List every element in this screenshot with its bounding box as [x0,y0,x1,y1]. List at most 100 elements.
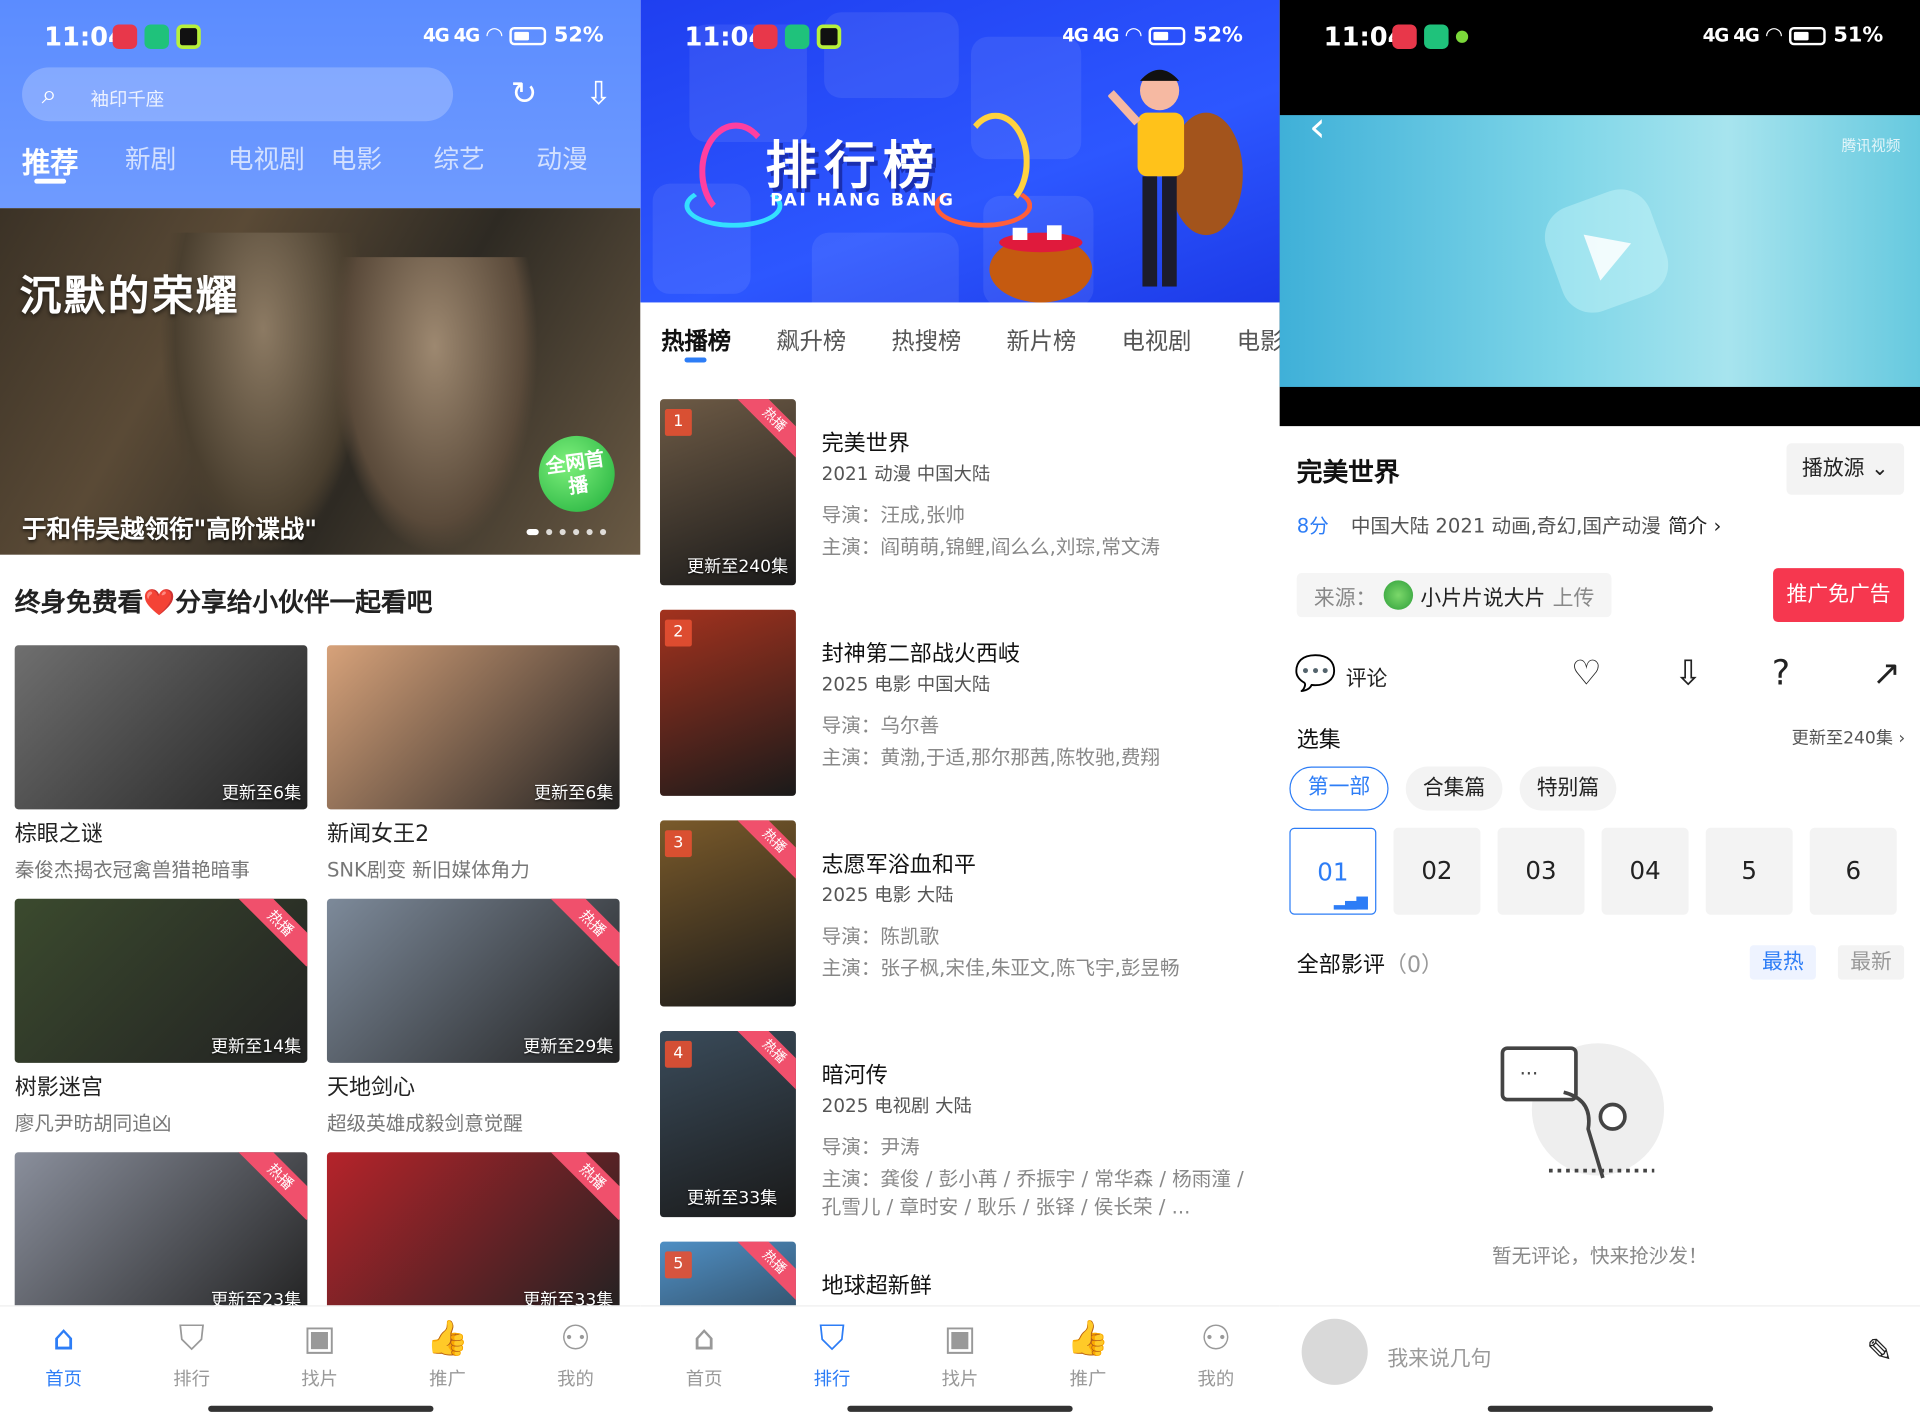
home-header: 11:04 4G 4G ◠ 52% ⌕ 袖印千座 ↻ ⇩ 推荐 新剧 电视剧 电… [0,0,641,209]
ranking-tab-5[interactable]: 电视剧 [1122,323,1237,356]
nav-2[interactable]: ⛉ 排行 [128,1316,255,1391]
battery-icon [1789,26,1827,45]
wifi-icon: ◠ [486,23,503,48]
video-thumbnail[interactable]: 热播 更新至29集 [326,898,620,1063]
app-notification-icon [112,24,138,49]
help-icon[interactable]: ? [1772,649,1790,698]
share-icon[interactable]: ↗ [1872,649,1901,698]
download-icon[interactable]: ⇩ [1674,649,1703,698]
nav-1[interactable]: ⌂ 首页 [0,1316,127,1391]
ranking-tab-3[interactable]: 热搜榜 [891,323,1006,356]
nav-label: 推广 [1069,1367,1107,1390]
video-card[interactable]: 更新至6集 新闻女王2 SNK剧变 新旧媒体角力 [326,645,620,883]
comment-input[interactable]: 我来说几句 [1387,1341,1491,1371]
play-source-button[interactable]: 播放源 ⌄ [1786,443,1905,495]
video-meta: 8分 中国大陆 2021 动画,奇幻,国产动漫 简介 › [1297,509,1722,538]
poster[interactable]: 1 热播 更新至240集 [660,399,796,586]
nav-1[interactable]: ⌂ 首页 [640,1316,767,1391]
edit-pen-icon[interactable]: ✎ [1866,1333,1893,1370]
status-app-icons [112,24,201,49]
season-chip[interactable]: 合集篇 [1405,766,1503,811]
playing-bars-icon: ▂▄▆ [1333,892,1368,910]
nav-5[interactable]: ⚇ 我的 [1152,1316,1279,1391]
status-bar: 11:04 4G 4G ◠ 52% [0,0,640,71]
app-notification-icon [1424,24,1449,49]
nav-4[interactable]: 👍 推广 [384,1316,511,1391]
episode-button[interactable]: 02 [1393,827,1481,915]
wifi-icon: ◠ [1765,23,1782,48]
ranking-item[interactable]: 3 热播 志愿军浴血和平 2025 电影 大陆 导演：陈凯歌 主演：张子枫,宋佳,朱亚文,… [660,820,1272,1007]
hot-badge: 热播 [549,1152,620,1221]
tab-4[interactable]: 电影 [331,140,434,182]
intro-link[interactable]: 简介 › [1668,514,1721,537]
video-name: 树影迷宫 [14,1075,103,1101]
video-card[interactable]: 热播 更新至29集 天地剑心 超级英雄成毅剑意觉醒 [326,898,620,1137]
nav-5[interactable]: ⚇ 我的 [512,1316,639,1391]
ranking-tab-1[interactable]: 热播榜 [661,323,776,356]
tab-5[interactable]: 综艺 [433,140,536,182]
ranking-tab-6[interactable]: 电影 [1237,323,1280,356]
season-chip[interactable]: 第一部 [1289,766,1389,811]
tab-3[interactable]: 电视剧 [228,140,331,182]
episode-button[interactable]: 01 ▂▄▆ [1289,827,1377,915]
video-thumbnail[interactable]: 热播 更新至23集 [14,1152,308,1317]
favorite-icon[interactable]: ♡ [1571,649,1602,698]
nav-3[interactable]: ▣ 找片 [256,1316,383,1391]
video-card[interactable]: 热播 更新至23集 [14,1152,308,1317]
poster[interactable]: 2 [660,609,796,796]
back-arrow-icon[interactable]: ‹ [1309,103,1326,152]
episode-button[interactable]: 6 [1809,827,1897,915]
ranking-item[interactable]: 2 封神第二部战火西岐 2025 电影 中国大陆 导演：乌尔善 主演：黄渤,于适,那尔那… [660,609,1272,796]
ranking-tab-2[interactable]: 飙升榜 [776,323,891,356]
comment-icon[interactable]: 💬 [1294,649,1337,698]
download-icon[interactable]: ⇩ [578,73,620,115]
nav-3[interactable]: ▣ 找片 [896,1316,1023,1391]
tab-6[interactable]: 动漫 [536,140,639,182]
episode-button[interactable]: 5 [1705,827,1793,915]
episode-button[interactable]: 03 [1497,827,1585,915]
uploader-info[interactable]: 来源： 小片片说大片 上传 [1296,573,1612,618]
nav-label: 首页 [685,1367,723,1390]
home-indicator [1487,1405,1713,1412]
promo-ad-free-button[interactable]: 推广免广告 [1773,568,1905,623]
video-thumbnail[interactable]: 热播 更新至14集 [14,898,308,1063]
ranking-title: 封神第二部战火西岐 [821,641,1021,668]
video-thumbnail[interactable]: 更新至6集 [14,645,308,810]
episode-update: 更新至6集 [533,783,614,804]
treasure-pot-illustration [989,225,1093,303]
ranking-item[interactable]: 1 热播 更新至240集 完美世界 2021 动漫 中国大陆 导演：汪成,张帅 主演：阎萌萌… [660,399,1272,586]
sort-hot-button[interactable]: 最热 [1749,945,1816,980]
app-notification-icon [816,24,842,49]
bottom-navigation: ⌂ 首页 ⛉ 排行 ▣ 找片 👍 推广 ⚇ 我的 [640,1305,1280,1424]
episode-button[interactable]: 04 [1601,827,1689,915]
video-card[interactable]: 更新至6集 棕眼之谜 秦俊杰揭衣冠禽兽猎艳暗事 [14,645,308,883]
search-bar[interactable]: ⌕ 袖印千座 [22,67,454,122]
play-icon[interactable] [1535,180,1678,322]
ranking-tab-4[interactable]: 新片榜 [1007,323,1122,356]
season-chip[interactable]: 特别篇 [1519,766,1617,811]
sort-new-button[interactable]: 最新 [1837,945,1905,980]
ranking-item[interactable]: 4 热播 更新至33集 暗河传 2025 电视剧 大陆 导演：尹涛 主演：龚俊 / 彭小苒 … [660,1031,1272,1218]
video-thumbnail[interactable]: 热播 更新至33集 [326,1152,620,1317]
video-player[interactable]: 腾讯视频 [1279,115,1920,387]
episode-update: 更新至6集 [221,783,302,804]
history-icon[interactable]: ↻ [503,73,545,115]
featured-banner[interactable]: 沉默的荣耀 于和伟吴越领衔"高阶谍战" 全网首播 [0,208,641,555]
episodes-more-link[interactable]: 更新至240集 › [1792,725,1906,749]
comment-label[interactable]: 评论 [1346,661,1388,691]
film-icon: ▣ [943,1317,977,1358]
nav-4[interactable]: 👍 推广 [1024,1316,1151,1391]
video-card[interactable]: 热播 更新至33集 [326,1152,620,1317]
status-right: 4G 4G ◠ 51% [1703,23,1884,47]
video-card[interactable]: 热播 更新至14集 树影迷宫 廖凡尹昉胡同追凶 [14,898,308,1137]
film-icon: ▣ [303,1317,336,1358]
nav-2[interactable]: ⛉ 排行 [768,1316,895,1391]
uploader-avatar [1383,580,1414,610]
poster[interactable]: 3 热播 [660,820,796,1007]
carousel-dots[interactable] [526,528,607,536]
video-thumbnail[interactable]: 更新至6集 [326,645,620,810]
tab-1[interactable]: 推荐 [22,140,125,182]
tab-2[interactable]: 新剧 [125,140,228,182]
poster[interactable]: 4 热播 更新至33集 [660,1031,796,1218]
app-notification-icon [1392,24,1417,49]
